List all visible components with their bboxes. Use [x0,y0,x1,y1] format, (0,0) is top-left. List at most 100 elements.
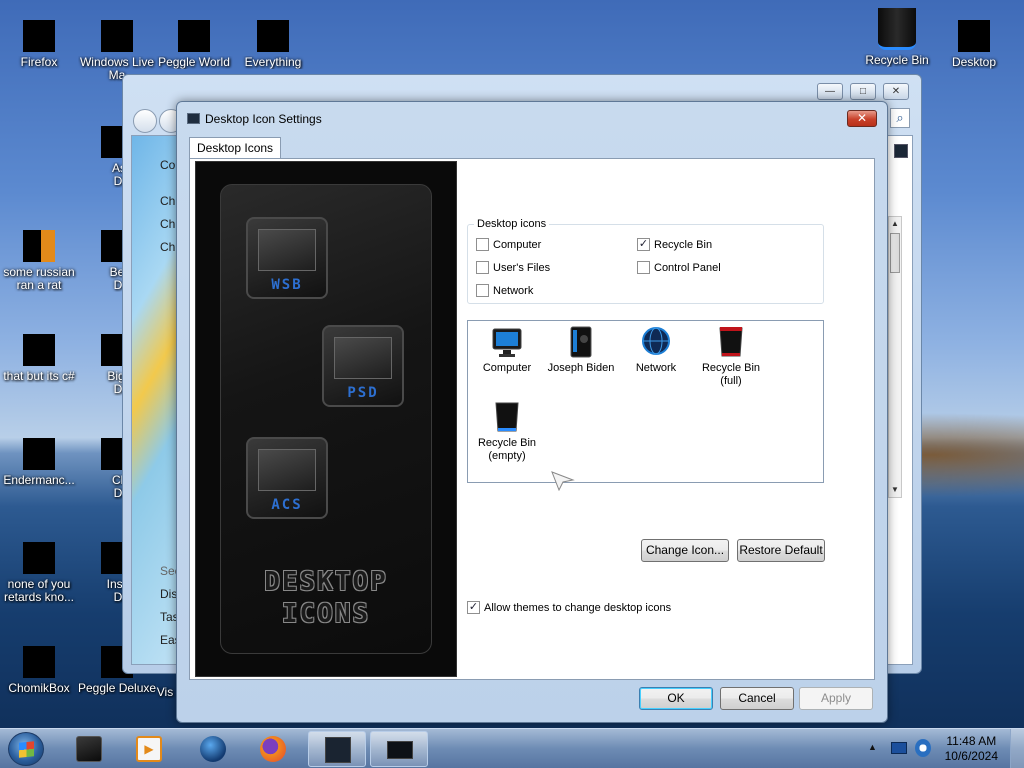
checkbox-box-checked[interactable]: ✓ [467,601,480,614]
artwork-tile-psd: PSD [322,325,404,407]
checkbox-label: Network [493,284,534,297]
media-player-icon: ▶ [136,736,162,762]
list-item-recycle-bin-full[interactable]: Recycle Bin (full) [693,325,769,388]
desktop-icon-label: Peggle Deluxe [78,682,156,695]
desktop-icon-label: Firefox [20,56,58,69]
checkbox-allow-themes[interactable]: ✓ Allow themes to change desktop icons [467,601,671,614]
ok-button[interactable]: OK [639,687,713,710]
sidebar-link[interactable]: Ch [160,240,175,254]
checkbox-computer[interactable]: Computer [476,238,541,251]
desktop-icon-label: ChomikBox [8,682,70,695]
endermanch-icon [23,438,55,470]
artwork-tile-acs: ACS [246,437,328,519]
theme-preview-artwork: WSB PSD ACS DESKTOP ICONS [195,161,457,677]
show-hidden-icons-button[interactable]: ▲ [868,742,877,752]
desktop-icons-groupbox: Desktop icons Computer ✓ Recycle Bin Use… [467,218,824,304]
mouse-cursor-icon [551,471,575,494]
checkbox-users-files[interactable]: User's Files [476,261,550,274]
sidebar-link[interactable]: Dis [160,587,177,601]
display-tray-icon[interactable] [891,742,907,754]
dialog-title: Desktop Icon Settings [205,112,322,126]
checkbox-box[interactable] [476,284,489,297]
clock-time: 11:48 AM [946,734,997,748]
checkbox-network[interactable]: Network [476,284,533,297]
network-globe-icon [618,325,694,359]
desktop-icon-none-of-you[interactable]: none of you retards kno... [0,542,78,604]
monitor-icon [469,325,545,359]
desktop-icon-label: Peggle World [158,56,230,69]
dialog-close-button[interactable]: ✕ [847,110,877,127]
show-desktop-button[interactable] [1010,729,1024,768]
desktop-icon-settings-dialog[interactable]: Desktop Icon Settings ✕ Desktop Icons WS… [176,101,888,723]
recycle-bin-icon [878,8,916,50]
taskbar-item-ie[interactable] [184,731,242,767]
desktop-icon-recycle-bin[interactable]: Recycle Bin [858,8,936,67]
csharp-app-icon [23,334,55,366]
desktop-icon-peggle-world[interactable]: Peggle World [155,20,233,69]
checkbox-box[interactable] [637,261,650,274]
list-item-label: Recycle Bin (empty) [477,437,537,462]
scroll-thumb[interactable] [890,233,900,273]
artwork-tile-label: PSD [347,385,379,401]
system-clock[interactable]: 11:48 AM 10/6/2024 [945,734,998,764]
checkbox-control-panel[interactable]: Control Panel [637,261,721,274]
cancel-button[interactable]: Cancel [720,687,794,710]
checkbox-recycle-bin[interactable]: ✓ Recycle Bin [637,238,712,251]
windows-live-icon [101,20,133,52]
scroll-down-arrow-icon[interactable]: ▼ [889,483,901,497]
monitor-icon [387,741,413,759]
recycle-bin-full-icon [693,325,769,359]
desktop-icon-listview[interactable]: Computer Joseph Biden Network Recycle Bi… [467,320,824,492]
taskbar-item-control-panel[interactable] [308,731,366,767]
close-window-button[interactable]: ✕ [883,83,909,100]
desktop-icon-firefox[interactable]: Firefox [0,20,78,69]
sidebar-link[interactable]: Ch [160,194,175,208]
checkbox-label: Computer [493,238,542,251]
taskbar: ▶ ▲ 11:48 AM 10/6/2024 [0,728,1024,768]
network-tray-icon[interactable] [915,739,931,757]
desktop-icon-desktop[interactable]: Desktop [935,20,1013,69]
apply-button[interactable]: Apply [799,687,873,710]
taskbar-item-firefox[interactable] [244,731,302,767]
desktop-icon-label: Recycle Bin [865,54,929,67]
scroll-up-arrow-icon[interactable]: ▲ [889,217,901,231]
restore-default-button[interactable]: Restore Default [737,539,825,562]
checkbox-box[interactable] [476,261,489,274]
back-button[interactable] [133,109,157,133]
maximize-button[interactable]: □ [850,83,876,100]
change-icon-button[interactable]: Change Icon... [641,539,729,562]
tab-desktop-icons[interactable]: Desktop Icons [189,137,282,158]
desktop-icon-csharp[interactable]: that but its c# [0,334,78,383]
taskbar-item-media-player[interactable]: ▶ [120,731,178,767]
list-item-recycle-bin-empty[interactable]: Recycle Bin (empty) [469,400,545,463]
sidebar-link[interactable]: Co [160,158,175,172]
desktop-icon-endermanch[interactable]: Endermanc... [0,438,78,487]
desktop-icon-label: some russian ran a rat [3,266,75,292]
everything-search-icon [257,20,289,52]
artwork-title-line2: ICONS [281,599,371,629]
desktop-icon-label: Everything [244,56,302,69]
desktop-icon-chomikbox[interactable]: ChomikBox [0,646,78,695]
checkbox-box[interactable] [476,238,489,251]
help-icon[interactable] [894,144,908,158]
taskbar-item-app1[interactable] [60,731,118,767]
sidebar-background [132,136,182,664]
minimize-button[interactable]: — [817,83,843,100]
peggle-world-icon [178,20,210,52]
taskbar-item-desktop-icon-settings[interactable] [370,731,428,767]
control-panel-icon [325,737,351,763]
list-item-computer[interactable]: Computer [469,325,545,375]
desktop-icon-image [958,20,990,52]
checkbox-label: User's Files [493,261,551,274]
list-item-user-files[interactable]: Joseph Biden [543,325,619,375]
list-item-network[interactable]: Network [618,325,694,375]
search-icon[interactable]: ⌕ [890,108,910,128]
checkbox-box-checked[interactable]: ✓ [637,238,650,251]
desktop-icon-everything[interactable]: Everything [234,20,312,69]
desktop-icon-russian-rat[interactable]: some russian ran a rat [0,230,78,292]
start-button[interactable] [8,732,44,766]
sidebar-link[interactable]: Ch [160,217,175,231]
desktop-icon-label: none of you retards kno... [3,578,75,604]
tab-strip: Desktop Icons [189,137,282,158]
scrollbar[interactable]: ▲ ▼ [888,216,902,498]
